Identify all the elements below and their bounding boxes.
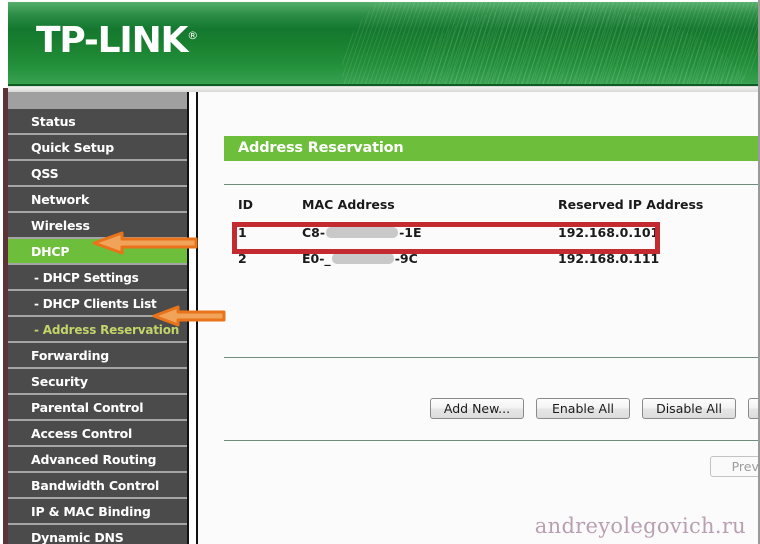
column-header-mac: MAC Address [302, 197, 395, 212]
cell-reserved-ip: 192.168.0.111 [558, 251, 660, 266]
table-header-row: ID MAC Address Reserved IP Address [224, 192, 760, 220]
disable-all-button[interactable]: Disable All [642, 398, 736, 419]
table-row[interactable]: 1 C8- -1E 192.168.0.101 [224, 220, 760, 246]
cell-mac-address: C8- -1E [302, 225, 422, 240]
sidebar-item-dhcp-settings[interactable]: - DHCP Settings [8, 265, 187, 291]
sidebar-item-dhcp-clients-list[interactable]: - DHCP Clients List [8, 291, 187, 317]
page-header: TP-LINK® [8, 2, 760, 86]
sidebar-item-dynamic-dns[interactable]: Dynamic DNS [8, 525, 187, 544]
sidebar-item-advanced-routing[interactable]: Advanced Routing [8, 447, 187, 473]
mac-redaction-block [331, 253, 394, 264]
sidebar-item-bandwidth-control[interactable]: Bandwidth Control [8, 473, 187, 499]
column-header-id: ID [238, 197, 254, 212]
cell-mac-address: E0-_ -9C [302, 251, 418, 266]
cell-id: 1 [238, 225, 247, 240]
pagination-row: PreviousNext [710, 456, 760, 477]
sidebar-item-status[interactable]: Status [8, 109, 187, 135]
mac-redaction-block [326, 227, 399, 238]
page-left-outer-strip [0, 0, 3, 544]
enable-all-button[interactable]: Enable All [536, 398, 630, 419]
sidebar-item-ip-mac-binding[interactable]: IP & MAC Binding [8, 499, 187, 525]
cell-id: 2 [238, 251, 247, 266]
action-button-row: Add New...Enable AllDisable AllDelete Al… [430, 398, 760, 419]
address-reservation-table: ID MAC Address Reserved IP Address 1 C8- -… [224, 192, 760, 272]
sidebar-top-spacer [8, 92, 187, 109]
sidebar-item-access-control[interactable]: Access Control [8, 421, 187, 447]
column-header-ip: Reserved IP Address [558, 197, 704, 212]
sidebar-menu-list: Status Quick Setup QSS Network Wireless DHCP -… [8, 109, 187, 544]
divider-middle [224, 357, 760, 358]
previous-button[interactable]: Previous [710, 456, 760, 477]
sidebar-nav: Status Quick Setup QSS Network Wireless DHCP -… [8, 92, 189, 544]
page-title-banner: Address Reservation [224, 136, 760, 161]
divider-bottom [224, 440, 760, 441]
mac-prefix: C8- [302, 225, 326, 240]
sidebar-item-security[interactable]: Security [8, 369, 187, 395]
sidebar-item-wireless[interactable]: Wireless [8, 213, 187, 239]
sidebar-item-address-reservation[interactable]: - Address Reservation [8, 317, 187, 343]
sidebar-item-qss[interactable]: QSS [8, 161, 187, 187]
content-panel: Address Reservation ID MAC Address Reser… [196, 92, 760, 544]
mac-prefix: E0-_ [302, 251, 331, 266]
add-new-button[interactable]: Add New... [430, 398, 524, 419]
registered-trademark-icon: ® [187, 29, 199, 42]
sidebar-item-parental-control[interactable]: Parental Control [8, 395, 187, 421]
watermark-text: andreyolegovich.ru [534, 514, 746, 538]
sidebar-item-dhcp[interactable]: DHCP [8, 239, 187, 265]
table-row[interactable]: 2 E0-_ -9C 192.168.0.111 [224, 246, 760, 272]
cell-reserved-ip: 192.168.0.101 [558, 225, 660, 240]
router-admin-page: TP-LINK® Status Quick Setup QSS Network Wire… [0, 0, 760, 544]
sidebar-item-quick-setup[interactable]: Quick Setup [8, 135, 187, 161]
table-body: 1 C8- -1E 192.168.0.101 2 E0-_ -9C 192.168.0.11… [224, 220, 760, 272]
mac-suffix: -9C [394, 251, 418, 266]
brand-name: TP-LINK [36, 20, 188, 61]
divider-top [224, 184, 760, 185]
sidebar-item-forwarding[interactable]: Forwarding [8, 343, 187, 369]
sidebar-item-network[interactable]: Network [8, 187, 187, 213]
tplink-logo: TP-LINK® [36, 23, 198, 59]
mac-suffix: -1E [399, 225, 422, 240]
